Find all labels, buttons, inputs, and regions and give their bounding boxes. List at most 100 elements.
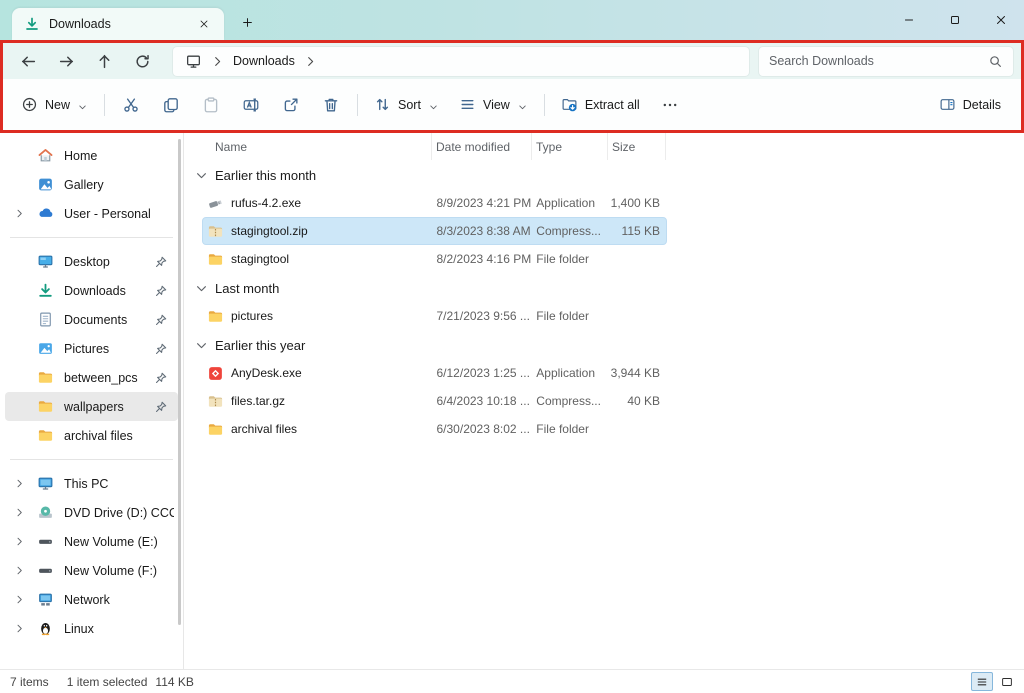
chevron-right-icon[interactable] (11, 476, 27, 492)
sidebar-item-wallpapers[interactable]: wallpapers (5, 392, 178, 421)
large-icons-view-toggle[interactable] (996, 672, 1018, 691)
address-input[interactable]: Downloads (173, 46, 749, 76)
cut-button[interactable] (111, 88, 151, 122)
sidebar-item-label: Desktop (64, 254, 110, 269)
file-date-modified: 6/12/2023 1:25 ... (436, 366, 530, 380)
chevron-slot (11, 148, 27, 164)
file-date-modified: 8/9/2023 4:21 PM (436, 196, 532, 210)
forward-button[interactable] (47, 46, 85, 76)
item-count: 7 items (10, 674, 49, 689)
minimize-button[interactable] (886, 0, 932, 40)
chevron-right-icon[interactable] (11, 621, 27, 637)
view-lines-icon (459, 96, 476, 113)
chevron-right-icon[interactable] (211, 55, 224, 68)
pin-icon (154, 313, 168, 327)
chevron-right-icon[interactable] (11, 534, 27, 550)
file-type: File folder (536, 422, 589, 436)
pin-icon (154, 255, 168, 269)
sidebar-item-pictures[interactable]: Pictures (5, 334, 178, 363)
pin-icon (154, 400, 168, 414)
chevron-right-icon[interactable] (11, 592, 27, 608)
chevron-right-icon[interactable] (11, 563, 27, 579)
up-button[interactable] (85, 46, 123, 76)
search-icon[interactable] (988, 54, 1003, 69)
more-options-button[interactable] (650, 88, 690, 122)
sidebar-item-gallery[interactable]: Gallery (5, 170, 178, 199)
sidebar-item-new-volume-e[interactable]: New Volume (E:) (5, 527, 178, 556)
column-header-name[interactable]: Name (202, 133, 432, 160)
sidebar-item-label: between_pcs (64, 370, 138, 385)
file-row-stagingtool-zip[interactable]: stagingtool.zip 8/3/2023 8:38 AM Compress.… (202, 217, 667, 245)
sidebar-item-downloads[interactable]: Downloads (5, 276, 178, 305)
tab-close-icon[interactable] (194, 14, 214, 34)
file-name: AnyDesk.exe (231, 366, 302, 380)
file-name: stagingtool (231, 252, 290, 266)
details-view-toggle[interactable] (971, 672, 993, 691)
search-input[interactable] (769, 54, 988, 68)
pictures-icon (37, 340, 54, 357)
group-header-last-month[interactable]: Last month (184, 275, 1024, 302)
document-icon (37, 311, 54, 328)
copy-button[interactable] (151, 88, 191, 122)
gallery-icon (37, 176, 54, 193)
chevron-right-icon[interactable] (11, 505, 27, 521)
share-button[interactable] (271, 88, 311, 122)
chevron-down-icon (195, 282, 208, 295)
extract-all-button[interactable]: Extract all (551, 88, 650, 122)
group-header-earlier-this-month[interactable]: Earlier this month (184, 162, 1024, 189)
selection-count: 1 item selected (66, 674, 148, 689)
file-row-anydesk-exe[interactable]: AnyDesk.exe 6/12/2023 1:25 ... Application… (202, 359, 667, 387)
sidebar-item-label: archival files (64, 428, 133, 443)
group-label: Earlier this year (215, 338, 306, 353)
toolbar-separator (543, 93, 545, 116)
chevron-right-icon[interactable] (304, 55, 317, 68)
column-header-size[interactable]: Size (608, 133, 666, 160)
sidebar-item-home[interactable]: Home (5, 141, 178, 170)
column-header-type[interactable]: Type (532, 133, 608, 160)
breadcrumb-downloads[interactable]: Downloads (229, 54, 299, 68)
sidebar-item-label: Linux (64, 621, 94, 636)
group-header-earlier-this-year[interactable]: Earlier this year (184, 332, 1024, 359)
search-box[interactable] (759, 46, 1013, 76)
folder-icon (37, 427, 54, 444)
sidebar-item-network[interactable]: Network (5, 585, 178, 614)
sidebar-item-desktop[interactable]: Desktop (5, 247, 178, 276)
sidebar-item-this-pc[interactable]: This PC (5, 469, 178, 498)
file-size: 1,400 KB (610, 196, 661, 210)
refresh-button[interactable] (123, 46, 161, 76)
view-button[interactable]: View (449, 88, 538, 122)
new-button[interactable]: New (11, 88, 98, 122)
this-pc-icon[interactable] (185, 53, 202, 70)
tab-title: Downloads (49, 17, 111, 31)
back-button[interactable] (9, 46, 47, 76)
rename-button[interactable] (231, 88, 271, 122)
sidebar-scrollbar[interactable] (178, 139, 181, 625)
sidebar-item-between-pcs[interactable]: between_pcs (5, 363, 178, 392)
sidebar-item-archival-files[interactable]: archival files (5, 421, 178, 450)
sidebar-item-dvd-drive-d-cccoma[interactable]: DVD Drive (D:) CCCOMA_ (5, 498, 178, 527)
pin-icon (154, 284, 168, 298)
usb-file-icon (207, 195, 224, 212)
close-button[interactable] (978, 0, 1024, 40)
sort-button[interactable]: Sort (364, 88, 449, 122)
file-row-files-tar-gz[interactable]: files.tar.gz 6/4/2023 10:18 ... Compress..… (202, 387, 667, 415)
folder-icon (207, 251, 224, 268)
new-tab-button[interactable] (234, 9, 260, 35)
file-row-stagingtool[interactable]: stagingtool 8/2/2023 4:16 PM File folder (202, 245, 667, 273)
sidebar-item-linux[interactable]: Linux (5, 614, 178, 643)
sidebar-item-documents[interactable]: Documents (5, 305, 178, 334)
file-row-archival-files[interactable]: archival files 6/30/2023 8:02 ... File fol… (202, 415, 667, 443)
sidebar-item-new-volume-f[interactable]: New Volume (F:) (5, 556, 178, 585)
file-row-pictures[interactable]: pictures 7/21/2023 9:56 ... File folder (202, 302, 667, 330)
file-type: Application (536, 366, 595, 380)
file-name: archival files (231, 422, 298, 436)
chevron-slot (11, 177, 27, 193)
column-header-date-modified[interactable]: Date modified (432, 133, 532, 160)
explorer-tab[interactable]: Downloads (12, 8, 224, 40)
chevron-right-icon[interactable] (11, 206, 27, 222)
file-row-rufus-4-2-exe[interactable]: rufus-4.2.exe 8/9/2023 4:21 PM Application… (202, 189, 667, 217)
sidebar-item-user-personal[interactable]: User - Personal (5, 199, 178, 228)
maximize-button[interactable] (932, 0, 978, 40)
delete-button[interactable] (311, 88, 351, 122)
details-pane-button[interactable]: Details (929, 88, 1011, 122)
